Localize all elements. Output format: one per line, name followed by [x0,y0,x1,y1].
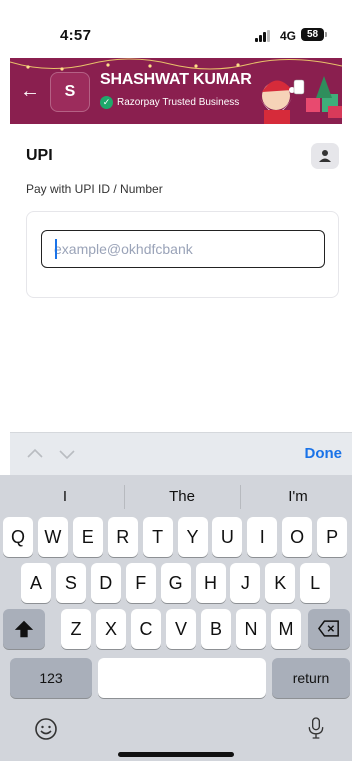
key-l[interactable]: L [300,563,331,603]
chevron-up-icon[interactable] [26,445,44,463]
delete-icon [318,620,339,637]
suggestion-2[interactable]: The [128,485,236,509]
key-q[interactable]: Q [3,517,33,557]
key-z[interactable]: Z [61,609,91,649]
left-edge [0,0,10,432]
key-j[interactable]: J [230,563,261,603]
chevron-down-icon[interactable] [58,445,76,463]
key-r[interactable]: R [107,517,138,557]
shift-icon [14,620,34,638]
key-n[interactable]: N [236,609,266,649]
keyboard: I The I'm QWERTYUIOP ASDFGHJKL ZXCVBNM 1… [0,475,352,761]
key-e[interactable]: E [72,517,103,557]
numbers-key[interactable]: 123 [10,658,92,698]
space-key[interactable] [98,658,266,698]
key-a[interactable]: A [21,563,51,603]
suggestion-divider [240,485,241,509]
key-g[interactable]: G [160,563,191,603]
shift-key[interactable] [3,609,45,649]
key-d[interactable]: D [90,563,121,603]
key-t[interactable]: T [142,517,173,557]
network-type: 4G [280,29,297,43]
merchant-name: SHASHWAT KUMAR [100,71,252,88]
suggestion-1[interactable]: I [10,485,120,509]
back-arrow-icon[interactable]: ← [18,79,42,103]
suggestion-3[interactable]: I'm [244,485,352,509]
trusted-business-row: ✓ Razorpay Trusted Business [100,96,239,109]
return-key[interactable]: return [272,658,350,698]
battery-icon: 58 [301,28,327,41]
home-indicator [118,752,234,757]
text-caret [55,239,57,259]
suggestion-divider [124,485,125,509]
upi-input-card [26,211,339,298]
key-f[interactable]: F [125,563,156,603]
key-y[interactable]: Y [177,517,208,557]
key-u[interactable]: U [212,517,243,557]
santa-illustration-icon [260,76,342,124]
contact-person-icon[interactable] [311,143,339,169]
verified-check-icon: ✓ [100,96,113,109]
key-w[interactable]: W [37,517,68,557]
delete-key[interactable] [308,609,350,649]
key-v[interactable]: V [166,609,196,649]
emoji-icon[interactable] [34,717,58,747]
status-bar: 4:57 4G 58 [0,0,352,58]
upi-subtitle: Pay with UPI ID / Number [26,182,163,196]
key-b[interactable]: B [201,609,231,649]
key-h[interactable]: H [195,563,226,603]
key-i[interactable]: I [247,517,278,557]
keyboard-accessory-bar: Done [10,432,352,475]
done-button[interactable]: Done [305,445,343,462]
upi-id-input[interactable] [41,230,325,268]
key-m[interactable]: M [271,609,301,649]
status-time: 4:57 [60,27,92,44]
key-p[interactable]: P [317,517,348,557]
key-x[interactable]: X [96,609,126,649]
trusted-label: Razorpay Trusted Business [117,97,240,108]
key-k[interactable]: K [265,563,296,603]
merchant-header: ← S SHASHWAT KUMAR ✓ Razorpay Trusted Bu… [10,58,342,124]
upi-title: UPI [26,147,53,164]
microphone-icon[interactable] [306,715,326,747]
merchant-avatar: S [50,72,90,112]
key-o[interactable]: O [282,517,313,557]
key-c[interactable]: C [131,609,161,649]
signal-icon [255,30,272,42]
key-s[interactable]: S [55,563,86,603]
